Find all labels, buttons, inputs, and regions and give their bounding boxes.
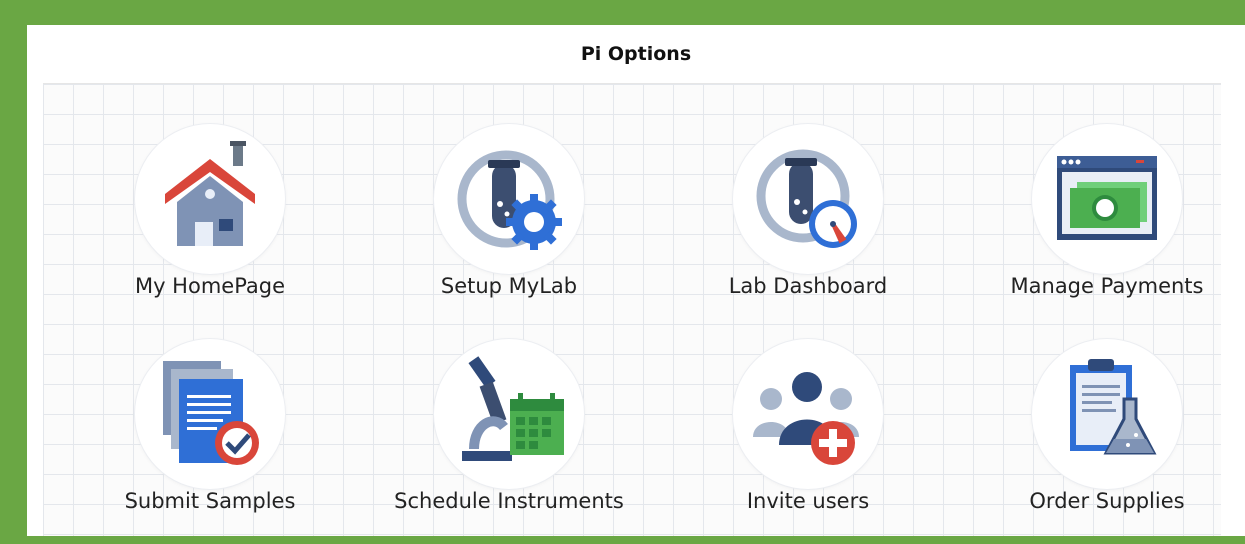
app-frame: Pi Options My HomePage Setup MyLab Lab D… — [0, 0, 1245, 544]
option-label: Order Supplies — [1029, 489, 1185, 513]
documents-check-icon — [135, 339, 285, 489]
option-my-homepage[interactable]: My HomePage — [80, 124, 340, 324]
house-icon — [135, 124, 285, 274]
option-label: Lab Dashboard — [728, 274, 888, 298]
pi-options-panel: Pi Options My HomePage Setup MyLab Lab D… — [27, 25, 1245, 536]
option-order-supplies[interactable]: Order Supplies — [977, 339, 1237, 536]
option-submit-samples[interactable]: Submit Samples — [80, 339, 340, 536]
microscope-calendar-icon — [434, 339, 584, 489]
option-label: My HomePage — [134, 274, 286, 298]
option-lab-dashboard[interactable]: Lab Dashboard — [678, 124, 938, 324]
option-label: Setup MyLab — [440, 274, 578, 298]
option-schedule-instruments[interactable]: Schedule Instruments — [379, 339, 639, 536]
option-label: Invite users — [746, 489, 870, 513]
option-label: Schedule Instruments — [394, 489, 624, 513]
lab-dashboard-gauge-icon — [733, 124, 883, 274]
users-add-icon — [733, 339, 883, 489]
option-setup-mylab[interactable]: Setup MyLab — [379, 124, 639, 324]
lab-setup-gear-icon — [434, 124, 584, 274]
payment-window-icon — [1032, 124, 1182, 274]
option-manage-payments[interactable]: Manage Payments — [977, 124, 1237, 324]
option-invite-users[interactable]: Invite users — [678, 339, 938, 536]
options-grid: My HomePage Setup MyLab Lab Dashboard Ma… — [43, 83, 1221, 536]
clipboard-flask-icon — [1032, 339, 1182, 489]
option-label: Manage Payments — [1010, 274, 1204, 298]
option-label: Submit Samples — [124, 489, 296, 513]
panel-title: Pi Options — [580, 43, 692, 65]
